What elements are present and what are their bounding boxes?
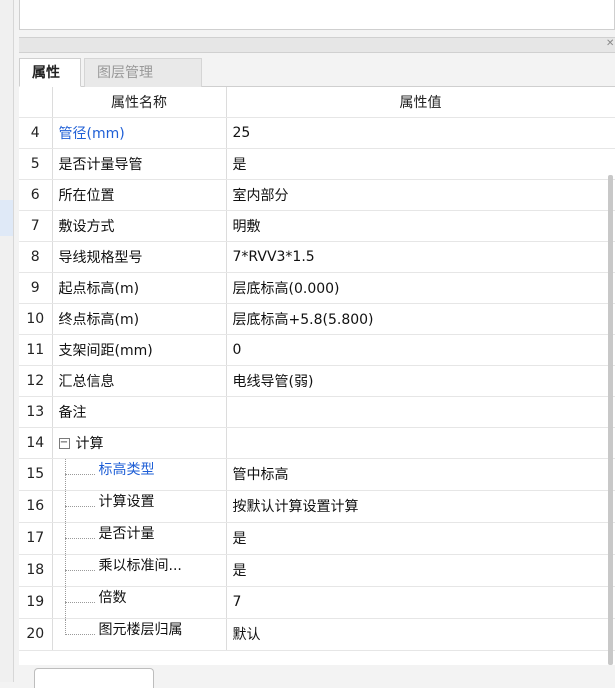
table-row[interactable]: 6 所在位置 室内部分 [19, 179, 615, 211]
table-row[interactable]: 18 乘以标准间... 是 [19, 554, 615, 587]
property-value[interactable]: 室内部分 [226, 179, 615, 211]
tree-connector [53, 554, 99, 585]
property-value[interactable]: 是 [226, 554, 615, 587]
row-number: 10 [19, 303, 53, 335]
property-value[interactable]: 7*RVV3*1.5 [226, 241, 615, 273]
property-name: 敷设方式 [52, 210, 227, 242]
property-name: 计算设置 [98, 493, 155, 510]
row-number: 17 [19, 522, 53, 555]
table-row[interactable]: 9 起点标高(m) 层底标高(0.000) [19, 272, 615, 304]
table-row[interactable]: 4 管径(mm) 25 [19, 117, 615, 149]
property-name-cell: 乘以标准间... [52, 554, 227, 587]
table-row-group-calc[interactable]: 14 − 计算 [19, 427, 615, 459]
property-name: 导线规格型号 [52, 241, 227, 273]
table-row[interactable]: 13 备注 [19, 396, 615, 428]
row-number: 12 [19, 365, 53, 397]
property-name: 图元楼层归属 [98, 621, 183, 638]
tab-layer-management[interactable]: 图层管理 [84, 58, 202, 87]
vertical-scrollbar[interactable] [608, 175, 613, 665]
row-number: 8 [19, 241, 53, 273]
close-icon[interactable]: ✕ [606, 38, 614, 49]
collapse-toggle-icon[interactable]: − [58, 438, 70, 449]
row-number: 15 [19, 458, 53, 491]
top-panel [19, 0, 615, 30]
property-name: 所在位置 [52, 179, 227, 211]
row-number: 18 [19, 554, 53, 587]
property-name-cell: 计算设置 [52, 490, 227, 523]
property-value[interactable]: 明敷 [226, 210, 615, 242]
property-value [226, 427, 615, 459]
row-number: 19 [19, 586, 53, 619]
table-row[interactable]: 20 图元楼层归属 默认 [19, 618, 615, 651]
tree-connector [53, 490, 99, 521]
property-name-cell: 是否计量 [52, 522, 227, 555]
property-value[interactable]: 层底标高+5.8(5.800) [226, 303, 615, 335]
row-number: 14 [19, 427, 53, 459]
tab-bar: 属性 图层管理 [19, 55, 615, 87]
header-row: 属性名称 属性值 [19, 87, 615, 118]
header-property-value: 属性值 [226, 87, 615, 118]
table-row[interactable]: 11 支架间距(mm) 0 [19, 334, 615, 366]
property-value[interactable]: 7 [226, 586, 615, 619]
tab-properties[interactable]: 属性 [19, 58, 81, 87]
property-value[interactable] [226, 396, 615, 428]
property-grid: 属性名称 属性值 4 管径(mm) 25 5 是否计量导管 是 6 所在位置 室… [19, 87, 615, 665]
table-row[interactable]: 5 是否计量导管 是 [19, 148, 615, 180]
property-name: 终点标高(m) [52, 303, 227, 335]
property-name: 是否计量导管 [52, 148, 227, 180]
tree-connector [53, 522, 99, 553]
row-number: 11 [19, 334, 53, 366]
table-row[interactable]: 12 汇总信息 电线导管(弱) [19, 365, 615, 397]
tree-connector [53, 586, 99, 617]
row-number: 9 [19, 272, 53, 304]
left-panel-edge [0, 0, 14, 682]
bottom-tab-button[interactable] [34, 668, 154, 688]
property-value[interactable]: 是 [226, 148, 615, 180]
tree-connector [53, 458, 99, 489]
property-name: 乘以标准间... [98, 557, 182, 574]
property-name: 备注 [52, 396, 227, 428]
table-row[interactable]: 8 导线规格型号 7*RVV3*1.5 [19, 241, 615, 273]
property-name: 管径(mm) [52, 117, 227, 149]
property-name-cell: 倍数 [52, 586, 227, 619]
row-number: 16 [19, 490, 53, 523]
property-value[interactable]: 25 [226, 117, 615, 149]
row-number: 20 [19, 618, 53, 651]
table-row[interactable]: 19 倍数 7 [19, 586, 615, 619]
table-row[interactable]: 7 敷设方式 明敷 [19, 210, 615, 242]
property-name: 支架间距(mm) [52, 334, 227, 366]
table-row[interactable]: 16 计算设置 按默认计算设置计算 [19, 490, 615, 523]
table-row[interactable]: 10 终点标高(m) 层底标高+5.8(5.800) [19, 303, 615, 335]
property-name: 是否计量 [98, 525, 155, 542]
table-row[interactable]: 17 是否计量 是 [19, 522, 615, 555]
property-value[interactable]: 0 [226, 334, 615, 366]
property-name: 倍数 [98, 589, 127, 606]
row-number: 4 [19, 117, 53, 149]
row-number: 7 [19, 210, 53, 242]
row-number: 6 [19, 179, 53, 211]
property-name: 汇总信息 [52, 365, 227, 397]
group-label: 计算 [75, 435, 104, 452]
property-value[interactable]: 电线导管(弱) [226, 365, 615, 397]
left-panel-selection [0, 200, 13, 236]
property-group-name: − 计算 [52, 427, 227, 459]
property-value[interactable]: 层底标高(0.000) [226, 272, 615, 304]
row-number: 13 [19, 396, 53, 428]
property-value[interactable]: 是 [226, 522, 615, 555]
table-row[interactable]: 15 标高类型 管中标高 [19, 458, 615, 491]
property-value[interactable]: 默认 [226, 618, 615, 651]
header-index [19, 87, 53, 118]
panel-splitter[interactable] [19, 37, 615, 53]
property-value[interactable]: 管中标高 [226, 458, 615, 491]
property-value[interactable]: 按默认计算设置计算 [226, 490, 615, 523]
property-name-cell: 图元楼层归属 [52, 618, 227, 651]
property-name-cell: 标高类型 [52, 458, 227, 491]
row-number: 5 [19, 148, 53, 180]
header-property-name: 属性名称 [52, 87, 227, 118]
property-name: 起点标高(m) [52, 272, 227, 304]
tree-connector [53, 618, 99, 650]
property-name: 标高类型 [98, 461, 155, 478]
